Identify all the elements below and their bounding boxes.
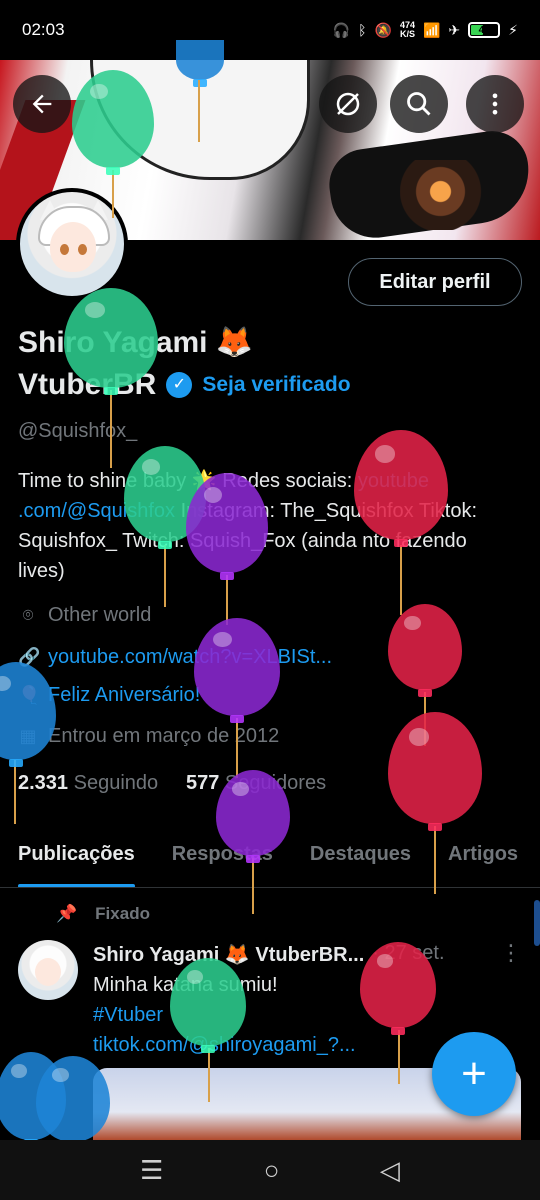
more-options-button[interactable]	[466, 75, 524, 133]
joined-row: ▦ Entrou em março de 2012	[18, 725, 279, 748]
status-time: 02:03	[22, 20, 65, 39]
more-vertical-icon	[492, 93, 498, 115]
battery-level: 43	[478, 24, 490, 36]
avatar-eye-right	[78, 244, 87, 255]
post-avatar[interactable]	[18, 940, 78, 1000]
banner-eye	[400, 160, 490, 230]
arrow-left-icon	[32, 94, 52, 114]
balloon	[194, 618, 280, 716]
speed-unit: K/S	[399, 29, 415, 39]
post-avatar-face	[35, 958, 61, 986]
compose-button[interactable]: +	[432, 1032, 516, 1116]
balloon-shine	[84, 302, 106, 318]
name-line2-row: VtuberBR ✓ Seja verificado	[18, 364, 351, 406]
location-pin-icon: ⌾	[22, 605, 34, 625]
balloon-string	[164, 545, 166, 607]
balloon-shine	[186, 970, 204, 985]
balloon-string	[112, 170, 114, 218]
avatar-eye-left	[60, 244, 69, 255]
pinned-indicator: 📌 Fixado	[56, 904, 150, 924]
balloon-shine	[404, 616, 421, 630]
balloon	[170, 958, 246, 1046]
airplane-icon: ✈	[448, 21, 461, 38]
balloon-shine	[408, 727, 430, 746]
balloon-string	[208, 1048, 210, 1102]
avatar-face	[50, 222, 96, 272]
balloon-shine	[0, 675, 12, 692]
balloon	[354, 430, 448, 540]
no-signal-circle-icon	[336, 92, 360, 116]
following-label: Seguindo	[73, 772, 159, 794]
tab-highlights[interactable]: Destaques	[310, 826, 411, 887]
balloon-string	[400, 545, 402, 615]
system-nav-bar: ☰ ○ ◁	[0, 1140, 540, 1200]
balloon	[72, 70, 154, 168]
joined-text: Entrou em março de 2012	[48, 725, 280, 747]
balloon-shine	[204, 487, 223, 503]
website-link[interactable]: youtube.com/watch?v=XLBISt...	[48, 646, 332, 669]
balloon	[216, 770, 290, 856]
balloon-string	[198, 80, 200, 142]
verified-badge-icon: ✓	[166, 372, 193, 398]
balloon-shine	[376, 954, 394, 968]
scrollbar-thumb[interactable]	[534, 900, 540, 946]
balloon-string	[226, 575, 228, 625]
following-link[interactable]: 2.331 Seguindo	[18, 772, 158, 794]
balloon-shine	[52, 1068, 69, 1082]
wifi-icon: 📶	[422, 21, 441, 38]
balloon-shine	[374, 445, 396, 463]
location-text: Other world	[48, 604, 152, 626]
balloon-string	[14, 760, 16, 824]
tab-articles[interactable]: Artigos	[448, 826, 518, 887]
balloon	[388, 712, 482, 824]
battery-icon: 43	[468, 22, 501, 38]
balloon	[186, 473, 268, 573]
post-author[interactable]: Shiro Yagami 🦊 VtuberBR...	[93, 942, 364, 967]
mute-icon: 🔕	[374, 21, 392, 38]
balloon	[388, 604, 462, 690]
edit-profile-button[interactable]: Editar perfil	[348, 258, 522, 306]
post-more-icon[interactable]: ⋮	[500, 940, 522, 966]
back-button[interactable]	[13, 75, 71, 133]
profile-handle: @Squishfox_	[18, 420, 138, 442]
followers-count: 577	[185, 772, 220, 794]
pin-icon: 📌	[56, 904, 78, 923]
balloon-shine	[232, 782, 249, 796]
get-verified-link[interactable]: Seja verificado	[202, 364, 350, 406]
balloon	[176, 40, 224, 80]
tab-posts[interactable]: Publicações	[18, 826, 135, 887]
balloon	[64, 288, 158, 388]
balloon-string	[236, 718, 238, 778]
status-bar: 02:03 🎧 ᛒ 🔕 474 K/S 📶 ✈ 43 ⚡	[0, 0, 540, 60]
no-signal-button[interactable]	[319, 75, 377, 133]
network-speed: 474 K/S	[400, 21, 415, 39]
bluetooth-icon: ᛒ	[358, 22, 367, 38]
balloon-shine	[11, 1064, 27, 1079]
balloon	[36, 1056, 110, 1142]
balloon-shine	[142, 459, 161, 475]
charging-icon: ⚡	[508, 21, 518, 38]
balloon-string	[252, 858, 254, 914]
home-icon[interactable]: ○	[264, 1155, 280, 1186]
balloon-string	[398, 1030, 400, 1084]
balloon-string	[110, 390, 112, 468]
pinned-label: Fixado	[95, 904, 150, 923]
balloon-string	[434, 826, 436, 894]
recent-apps-icon[interactable]: ☰	[140, 1155, 163, 1186]
following-count: 2.331	[18, 772, 69, 794]
location-row: ⌾ Other world	[18, 604, 152, 627]
headphones-icon: 🎧	[332, 21, 351, 38]
balloon	[360, 942, 436, 1028]
balloon-shine	[90, 83, 109, 100]
back-nav-icon[interactable]: ◁	[380, 1155, 400, 1186]
search-button[interactable]	[390, 75, 448, 133]
balloon-shine	[212, 631, 232, 648]
website-row: 🔗 youtube.com/watch?v=XLBISt...	[18, 646, 332, 669]
birthday-text[interactable]: Feliz Aniversário!	[48, 684, 200, 707]
search-icon	[407, 92, 431, 116]
status-icons: 🎧 ᛒ 🔕 474 K/S 📶 ✈ 43 ⚡	[333, 21, 518, 39]
